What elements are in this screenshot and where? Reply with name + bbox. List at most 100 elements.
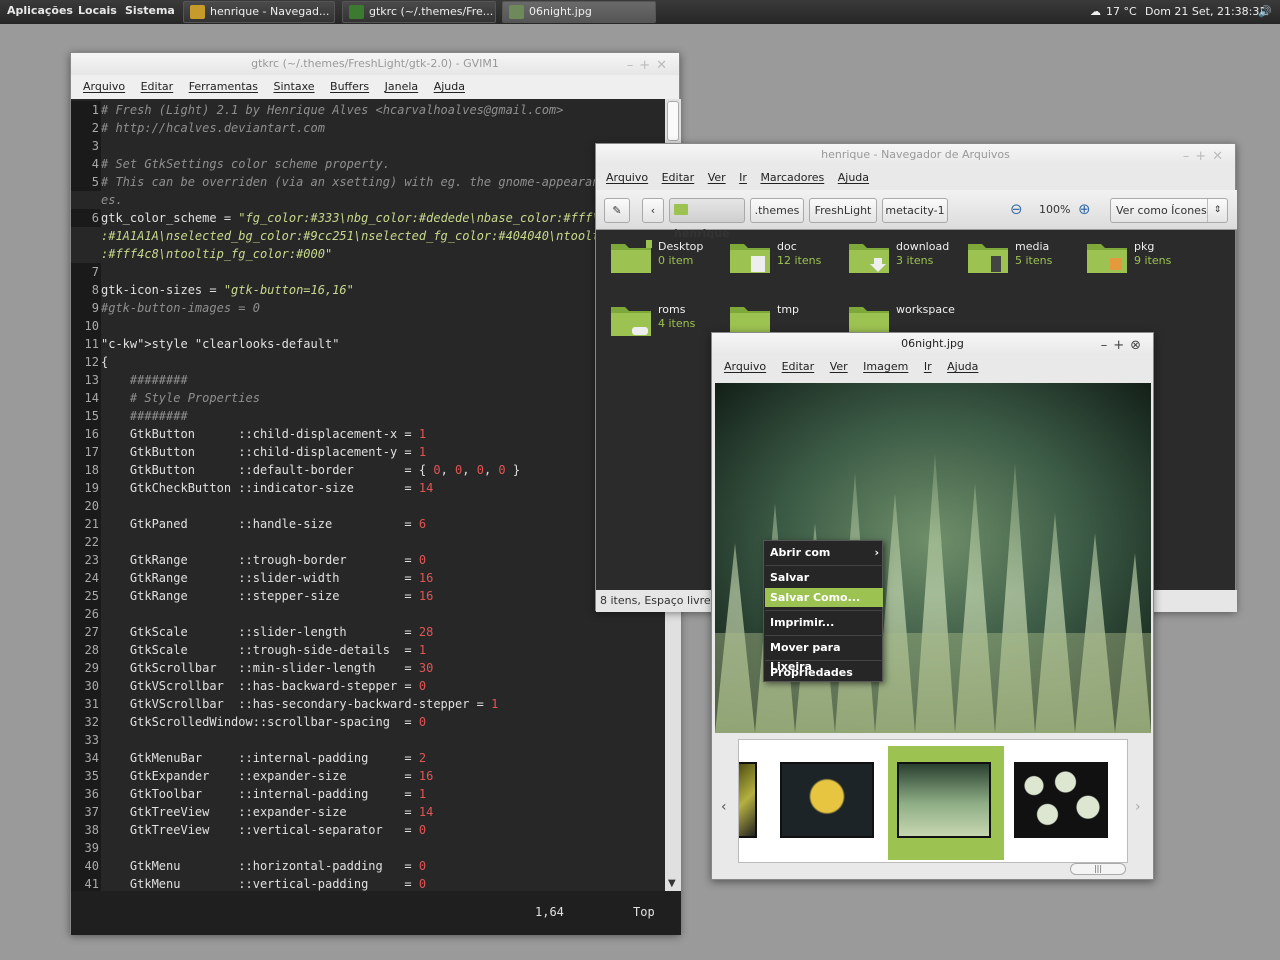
editor-line[interactable]: 8 gtk-icon-sizes = "gtk-button=16,16" [71, 281, 665, 299]
menu-marcadores[interactable]: Marcadores [760, 166, 824, 190]
editor-line[interactable]: 32 GtkScrolledWindow::scrollbar-spacing … [71, 713, 665, 731]
weather-icon[interactable]: ☁ [1090, 5, 1101, 18]
menu-janela[interactable]: Janela [385, 75, 419, 99]
image-viewer-titlebar[interactable]: 06night.jpg –+⊗ [712, 333, 1153, 355]
menu-item-print[interactable]: Imprimir... [765, 613, 883, 632]
editor-line[interactable]: 29 GtkScrollbar ::min-slider-length = 30 [71, 659, 665, 677]
editor-line[interactable]: 30 GtkVScrollbar ::has-backward-stepper … [71, 677, 665, 695]
editor-line[interactable]: 1 # Fresh (Light) 2.1 by Henrique Alves <… [71, 101, 665, 119]
editor-line[interactable]: 34 GtkMenuBar ::internal-padding = 2 [71, 749, 665, 767]
task-image-viewer[interactable]: 06night.jpg [502, 1, 656, 23]
menu-ajuda[interactable]: Ajuda [434, 75, 465, 99]
menu-ferramentas[interactable]: Ferramentas [189, 75, 258, 99]
folder-media[interactable]: media 5 itens [967, 234, 1077, 290]
editor-line[interactable]: 20 [71, 497, 665, 515]
gvim-titlebar[interactable]: gtkrc (~/.themes/FreshLight/gtk-2.0) - G… [71, 53, 679, 75]
editor-line[interactable]: :#1A1A1A\nselected_bg_color:#9cc251\nsel… [71, 227, 665, 245]
window-controls[interactable]: –+✕ [627, 55, 673, 77]
menu-arquivo[interactable]: Arquivo [606, 166, 648, 190]
editor-line[interactable]: 33 [71, 731, 665, 749]
editor-line[interactable]: 10 [71, 317, 665, 335]
menu-arquivo[interactable]: Arquivo [724, 355, 766, 379]
folder-download[interactable]: download 3 itens [848, 234, 958, 290]
editor-line[interactable]: 40 GtkMenu ::horizontal-padding = 0 [71, 857, 665, 875]
path-button-metacity[interactable]: metacity-1 [882, 198, 948, 223]
menu-buffers[interactable]: Buffers [330, 75, 369, 99]
zoom-out-icon[interactable]: ⊖ [1010, 200, 1023, 218]
thumbnail-logs[interactable] [1014, 762, 1108, 838]
zoom-in-icon[interactable]: ⊕ [1078, 200, 1091, 218]
window-controls[interactable]: –+✕ [1183, 146, 1229, 168]
editor-line[interactable]: 19 GtkCheckButton ::indicator-size = 14 [71, 479, 665, 497]
menu-places[interactable]: Locais [78, 4, 117, 17]
thumbnail-scrollbar[interactable]: ||| [1070, 863, 1126, 875]
file-manager-titlebar[interactable]: henrique - Navegador de Arquivos –+✕ [596, 144, 1235, 166]
menu-item-save[interactable]: Salvar [765, 568, 883, 587]
editor-text-area[interactable]: 1 # Fresh (Light) 2.1 by Henrique Alves <… [71, 99, 665, 891]
scrollbar-thumb[interactable] [667, 101, 679, 141]
editor-line[interactable]: 25 GtkRange ::stepper-size = 16 [71, 587, 665, 605]
menu-ver[interactable]: Ver [708, 166, 726, 190]
folder-desktop[interactable]: Desktop 0 item [610, 234, 720, 290]
menu-editar[interactable]: Editar [662, 166, 695, 190]
volume-icon[interactable]: 🔊 [1258, 5, 1272, 18]
editor-line[interactable]: 22 [71, 533, 665, 551]
menu-ver[interactable]: Ver [830, 355, 848, 379]
task-gvim[interactable]: gtkrc (~/.themes/Fre... [342, 1, 496, 23]
zoom-level[interactable]: 100% [1039, 203, 1070, 216]
editor-line[interactable]: 9 #gtk-button-images = 0 [71, 299, 665, 317]
editor-line[interactable]: 2 # http://hcalves.deviantart.com [71, 119, 665, 137]
view-mode-select[interactable]: Ver como Ícones ⇕ [1110, 198, 1228, 223]
menu-item-properties[interactable]: Propriedades [765, 663, 883, 682]
edit-location-button[interactable]: ✎ [604, 198, 630, 223]
menu-ajuda[interactable]: Ajuda [838, 166, 869, 190]
thumbnail-grass[interactable] [897, 762, 991, 838]
editor-line[interactable]: 36 GtkToolbar ::internal-padding = 1 [71, 785, 665, 803]
menu-ir[interactable]: Ir [924, 355, 932, 379]
editor-line[interactable]: 35 GtkExpander ::expander-size = 16 [71, 767, 665, 785]
window-controls[interactable]: –+⊗ [1101, 335, 1147, 357]
weather-temp[interactable]: 17 °C [1106, 5, 1137, 18]
editor-line[interactable]: 14 # Style Properties [71, 389, 665, 407]
editor-line[interactable]: 13 ######## [71, 371, 665, 389]
menu-ir[interactable]: Ir [739, 166, 747, 190]
thumbnail-previous[interactable] [739, 762, 757, 838]
editor-line[interactable]: 5 # This can be overriden (via an xsettin… [71, 173, 665, 191]
scroll-down-arrow-icon[interactable]: ▼ [668, 878, 676, 889]
menu-editar[interactable]: Editar [782, 355, 815, 379]
menu-item-open-with[interactable]: Abrir com › [765, 543, 883, 562]
editor-line[interactable]: 26 [71, 605, 665, 623]
editor-line[interactable]: 23 GtkRange ::trough-border = 0 [71, 551, 665, 569]
folder-pkg[interactable]: pkg 9 itens [1086, 234, 1196, 290]
task-file-manager[interactable]: henrique - Navegad... [183, 1, 335, 23]
editor-line[interactable]: 4 # Set GtkSettings color scheme property… [71, 155, 665, 173]
editor-line[interactable]: 31 GtkVScrollbar ::has-secondary-backwar… [71, 695, 665, 713]
chevron-left-icon[interactable]: ‹ [721, 799, 727, 815]
editor-line[interactable]: 24 GtkRange ::slider-width = 16 [71, 569, 665, 587]
path-button-freshlight[interactable]: FreshLight [809, 198, 877, 223]
editor-line[interactable]: 37 GtkTreeView ::expander-size = 14 [71, 803, 665, 821]
editor-line[interactable]: 6 gtk_color_scheme = "fg_color:#333\nbg_c… [71, 209, 665, 227]
editor-line[interactable]: 17 GtkButton ::child-displacement-y = 1 [71, 443, 665, 461]
menu-editar[interactable]: Editar [141, 75, 174, 99]
editor-line[interactable]: 27 GtkScale ::slider-length = 28 [71, 623, 665, 641]
editor-line[interactable]: 39 [71, 839, 665, 857]
chevron-right-icon[interactable]: › [1135, 799, 1141, 815]
editor-line[interactable]: 41 GtkMenu ::vertical-padding = 0 [71, 875, 665, 891]
editor-line[interactable]: 15 ######## [71, 407, 665, 425]
menu-ajuda[interactable]: Ajuda [947, 355, 978, 379]
editor-line[interactable]: 7 [71, 263, 665, 281]
path-button-themes[interactable]: .themes [750, 198, 804, 223]
editor-line[interactable]: es. [71, 191, 665, 209]
menu-arquivo[interactable]: Arquivo [83, 75, 125, 99]
menu-applications[interactable]: Aplicações [7, 4, 73, 17]
menu-item-move-to-trash[interactable]: Mover para Lixeira [765, 638, 883, 673]
editor-line[interactable]: 18 GtkButton ::default-border = { 0, 0, … [71, 461, 665, 479]
editor-line[interactable]: 11 "c-kw">style "clearlooks-default" [71, 335, 665, 353]
path-back-button[interactable]: ‹ [642, 198, 664, 223]
editor-line[interactable]: :#fff4c8\ntooltip_fg_color:#000" [71, 245, 665, 263]
editor-line[interactable]: 16 GtkButton ::child-displacement-x = 1 [71, 425, 665, 443]
path-button-home[interactable]: henrique [669, 198, 745, 240]
editor-line[interactable]: 3 [71, 137, 665, 155]
menu-sintaxe[interactable]: Sintaxe [274, 75, 315, 99]
